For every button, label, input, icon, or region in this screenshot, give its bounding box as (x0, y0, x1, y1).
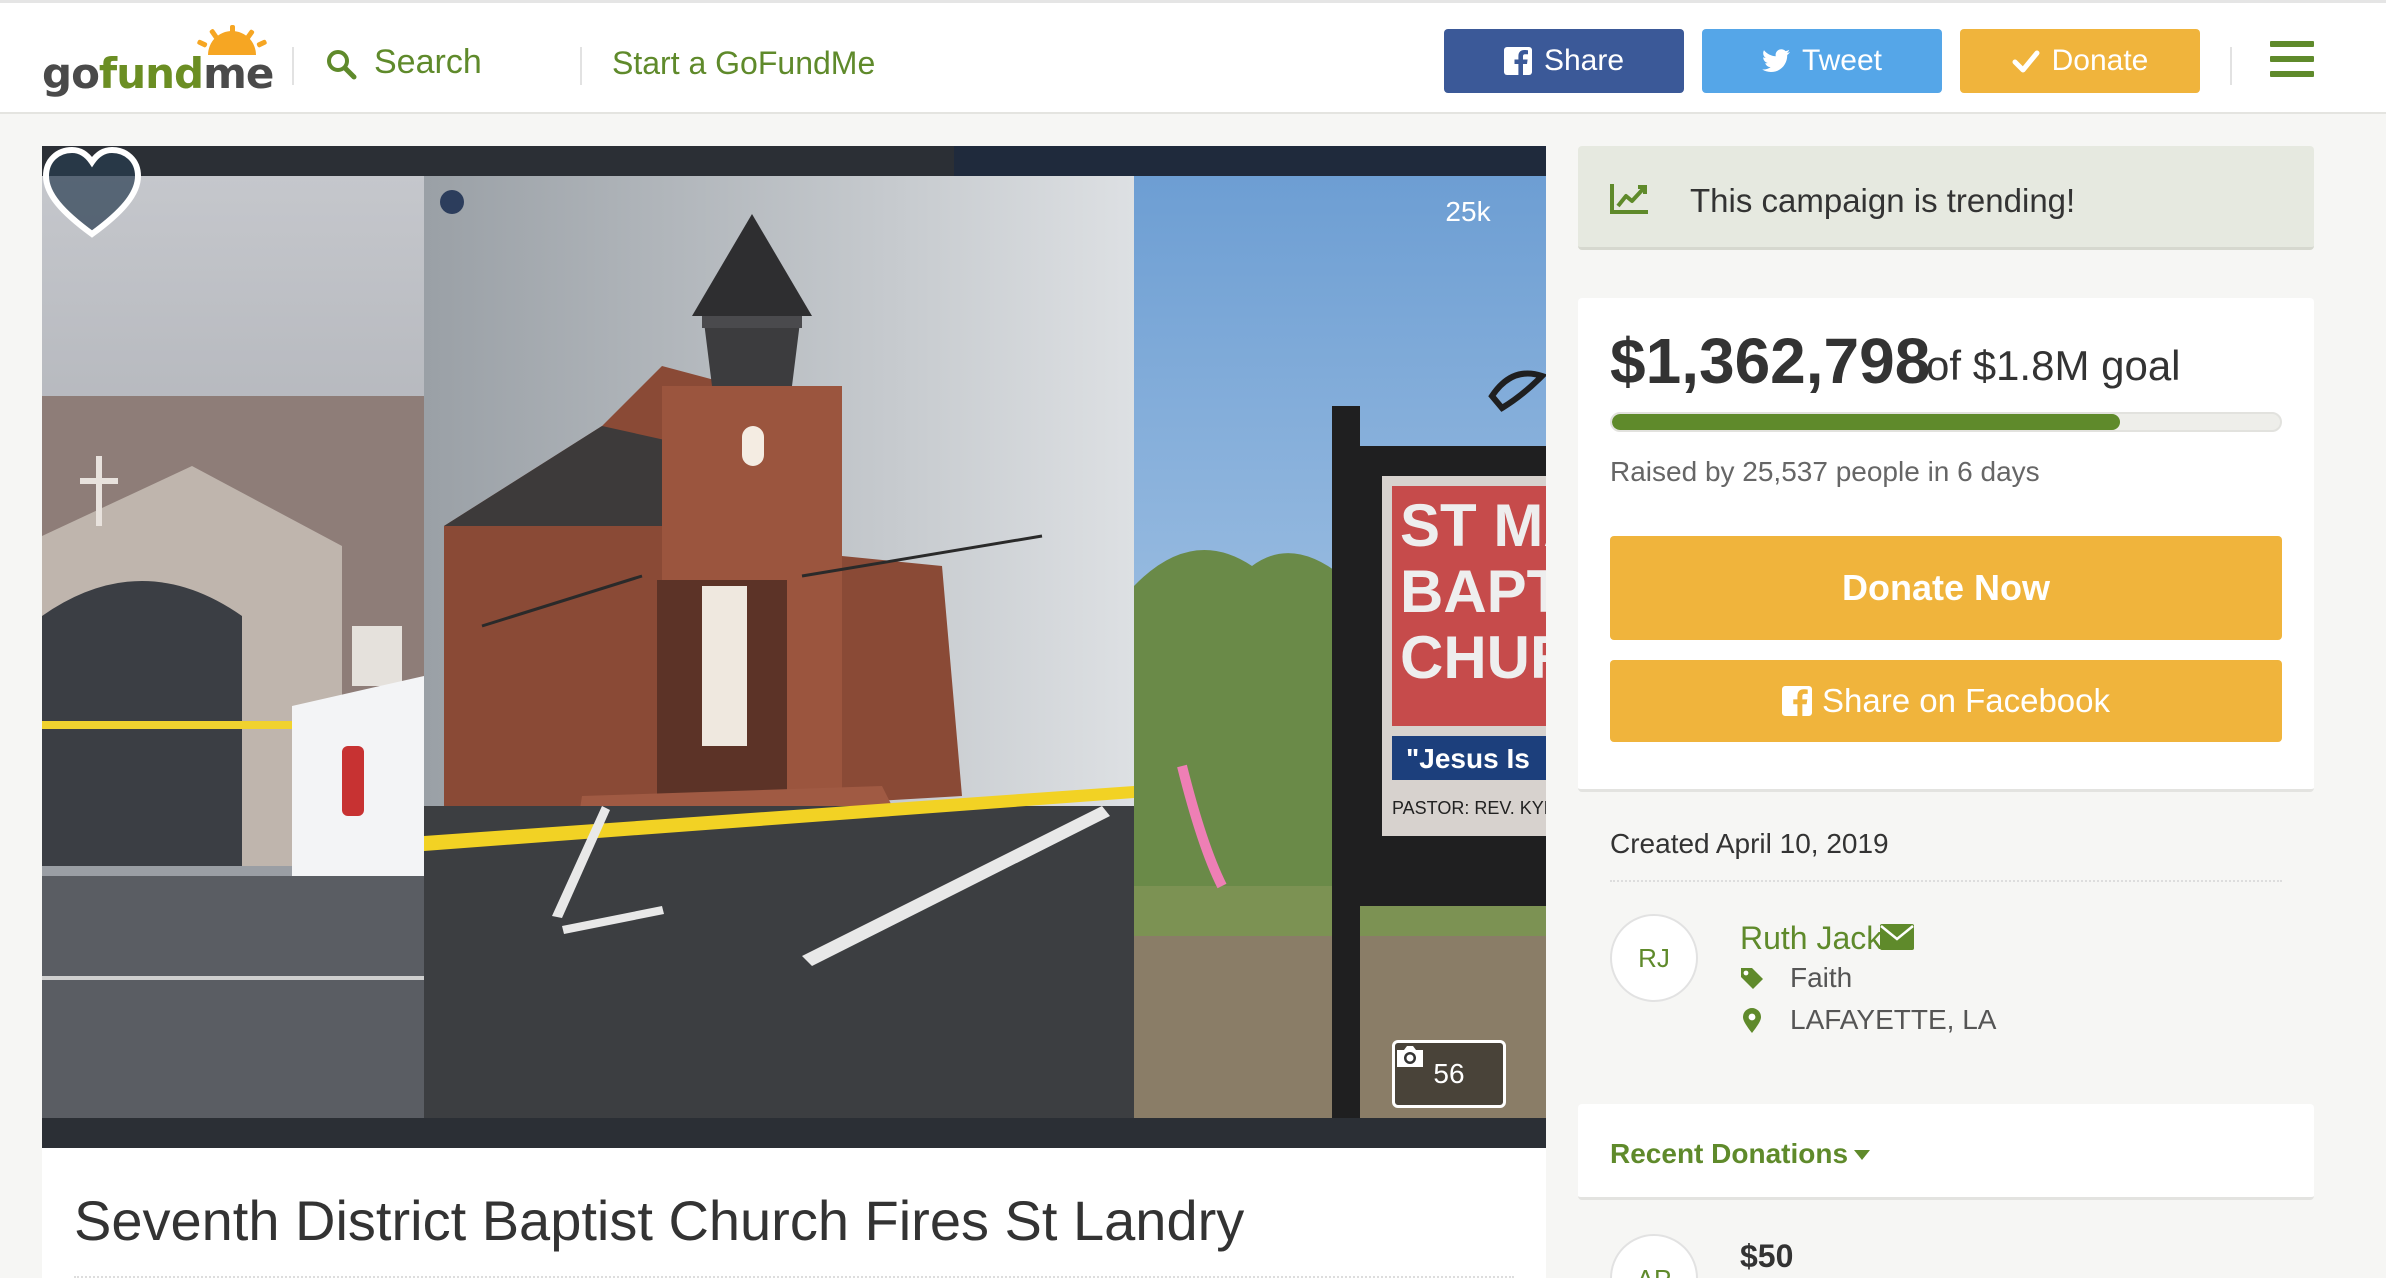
envelope-icon[interactable] (1880, 924, 1914, 950)
recent-donations-toggle[interactable]: Recent Donations (1578, 1104, 2314, 1200)
organizer-name[interactable]: Ruth Jack (1740, 920, 1882, 957)
facebook-icon (1503, 47, 1532, 75)
share-on-facebook-label: Share on Facebook (1821, 682, 2111, 719)
top-navigation-bar: gofundme Search Start a GoFundMe Share T… (0, 0, 2386, 114)
header-divider (2230, 47, 2232, 85)
camera-icon (1397, 1046, 1423, 1067)
header-divider (580, 47, 582, 85)
share-button[interactable]: Share (1444, 29, 1684, 93)
donation-progress-card: $1,362,798 of $1.8M goal Raised by 25,53… (1578, 298, 2314, 792)
heart-icon[interactable] (42, 146, 142, 238)
campaign-hero-image[interactable]: ST MA BAPT CHUR "Jesus Is PASTOR: REV. K… (42, 146, 1546, 1148)
donor-avatar: AP (1610, 1234, 1698, 1278)
photo-count-label: 56 (1433, 1058, 1465, 1089)
sign-text-line-1: ST MA (1400, 492, 1546, 559)
trending-text: This campaign is trending! (1690, 182, 2076, 219)
tweet-button-label: Tweet (1801, 44, 1883, 77)
campaign-title-section: Seventh District Baptist Church Fires St… (42, 1148, 1546, 1278)
raised-by-text: Raised by 25,537 people in 6 days (1610, 456, 2040, 487)
photo-gallery-button[interactable]: 56 (1392, 1040, 1506, 1108)
sign-text-line-2: BAPT (1400, 558, 1546, 625)
organizer-avatar[interactable]: RJ (1610, 914, 1698, 1002)
donate-now-button[interactable]: Donate Now (1610, 536, 2282, 640)
donation-amount: $50 (1740, 1238, 1794, 1274)
campaign-title: Seventh District Baptist Church Fires St… (74, 1189, 1245, 1252)
share-on-facebook-button[interactable]: Share on Facebook (1610, 660, 2282, 742)
recent-donations-label: Recent Donations (1610, 1138, 1849, 1169)
search-link[interactable]: Search (374, 43, 482, 82)
trending-banner: This campaign is trending! (1578, 146, 2314, 250)
sign-text-line-5: PASTOR: REV. KYLE T. (1392, 798, 1546, 818)
donate-button[interactable]: Donate (1960, 29, 2200, 93)
tag-icon (1741, 968, 1763, 989)
goal-text: of $1.8M goal (1926, 342, 2181, 389)
logo-wordmark: gofundme (42, 49, 274, 98)
raised-amount: $1,362,798 (1610, 325, 1931, 397)
tweet-button[interactable]: Tweet (1702, 29, 1942, 93)
gofundme-logo[interactable]: gofundme (42, 25, 274, 98)
sign-text-line-4: "Jesus Is (1406, 743, 1530, 774)
donate-button-label: Donate (2051, 44, 2149, 77)
sign-text-line-3: CHUR (1400, 624, 1546, 691)
created-date: Created April 10, 2019 (1610, 828, 1889, 859)
facebook-icon (1781, 686, 1812, 716)
created-divider (1610, 880, 2282, 882)
share-button-label: Share (1543, 44, 1625, 77)
map-marker-icon (1743, 1008, 1761, 1033)
hamburger-menu-icon[interactable] (2270, 41, 2314, 77)
heart-count: 25k (1445, 196, 1491, 227)
check-icon (2012, 50, 2040, 73)
progress-bar (1610, 412, 2282, 432)
progress-bar-fill (1612, 414, 2120, 430)
trending-chart-icon (1610, 184, 1648, 214)
header-divider (292, 47, 294, 85)
church-fire-photo-collage: ST MA BAPT CHUR "Jesus Is PASTOR: REV. K… (42, 146, 1546, 1148)
caret-down-icon (1854, 1150, 1870, 1160)
start-gofundme-link[interactable]: Start a GoFundMe (612, 45, 875, 82)
location-label: LAFAYETTE, LA (1790, 1004, 1997, 1035)
search-icon[interactable] (324, 47, 360, 83)
category-label: Faith (1790, 962, 1853, 993)
twitter-icon (1762, 49, 1790, 72)
